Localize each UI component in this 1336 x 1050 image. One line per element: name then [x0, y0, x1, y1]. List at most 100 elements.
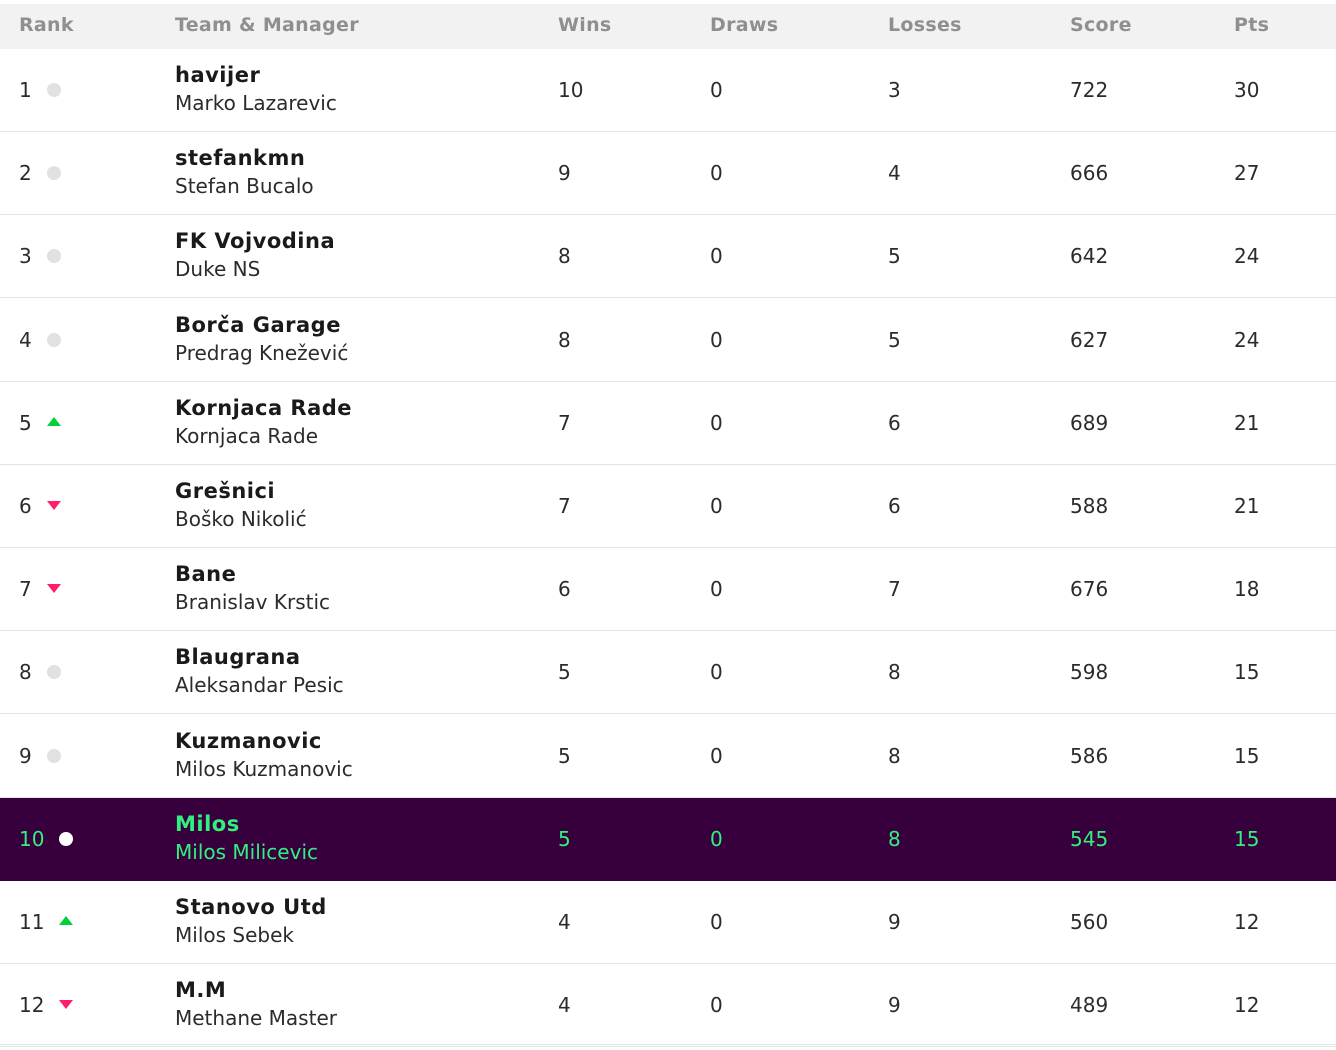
league-standings-table: Rank Team & Manager Wins Draws Losses Sc… — [0, 0, 1336, 1050]
score-cell: 627 — [1070, 328, 1109, 352]
table-row[interactable]: 11 Stanovo Utd Milos Sebek 4 0 9 560 12 — [0, 881, 1336, 964]
team-name-link[interactable]: Kornjaca Rade — [175, 394, 352, 422]
table-row[interactable]: 4 Borča Garage Predrag Knežević 8 0 5 627 24 — [0, 299, 1336, 382]
losses-cell: 8 — [888, 827, 901, 851]
rank-up-arrow-icon — [59, 916, 73, 925]
rank-down-arrow-icon — [59, 1000, 73, 1009]
column-header-score[interactable]: Score — [1070, 4, 1132, 49]
score-cell: 489 — [1070, 993, 1109, 1017]
team-manager-cell: M.M Methane Master — [175, 976, 337, 1036]
draws-cell: 0 — [710, 411, 723, 435]
rank-movement — [47, 465, 67, 547]
losses-cell: 8 — [888, 660, 901, 684]
rank-movement — [59, 964, 79, 1046]
score-cell: 676 — [1070, 577, 1109, 601]
draws-cell: 0 — [710, 660, 723, 684]
draws-cell: 0 — [710, 494, 723, 518]
score-cell: 545 — [1070, 827, 1109, 851]
wins-cell: 4 — [558, 910, 571, 934]
draws-cell: 0 — [710, 244, 723, 268]
score-cell: 689 — [1070, 411, 1109, 435]
column-header-team-manager[interactable]: Team & Manager — [175, 4, 359, 49]
rank-unchanged-dot-icon — [47, 249, 61, 263]
losses-cell: 5 — [888, 244, 901, 268]
score-cell: 586 — [1070, 744, 1109, 768]
pts-cell: 15 — [1234, 660, 1260, 684]
draws-cell: 0 — [710, 328, 723, 352]
column-header-pts[interactable]: Pts — [1234, 4, 1269, 49]
team-name-link[interactable]: stefankmn — [175, 144, 314, 172]
manager-name: Milos Milicevic — [175, 840, 318, 864]
manager-name: Aleksandar Pesic — [175, 673, 344, 697]
wins-cell: 8 — [558, 328, 571, 352]
column-header-draws[interactable]: Draws — [710, 4, 778, 49]
wins-cell: 5 — [558, 744, 571, 768]
team-manager-cell: Grešnici Boško Nikolić — [175, 477, 307, 537]
team-name-link[interactable]: Grešnici — [175, 477, 307, 505]
table-row[interactable]: 5 Kornjaca Rade Kornjaca Rade 7 0 6 689 21 — [0, 382, 1336, 465]
manager-name: Milos Kuzmanovic — [175, 757, 353, 781]
losses-cell: 7 — [888, 577, 901, 601]
table-row-my-team[interactable]: 10 Milos Milos Milicevic 5 0 8 545 15 — [0, 798, 1336, 881]
score-cell: 722 — [1070, 78, 1109, 102]
losses-cell: 9 — [888, 993, 901, 1017]
team-manager-cell: Stanovo Utd Milos Sebek — [175, 893, 327, 953]
team-manager-cell: Kornjaca Rade Kornjaca Rade — [175, 394, 352, 454]
manager-name: Predrag Knežević — [175, 341, 349, 365]
manager-name: Boško Nikolić — [175, 507, 307, 531]
team-name-link[interactable]: Borča Garage — [175, 311, 348, 339]
rank-movement — [47, 631, 67, 713]
pts-cell: 24 — [1234, 244, 1260, 268]
table-row[interactable]: 6 Grešnici Boško Nikolić 7 0 6 588 21 — [0, 465, 1336, 548]
team-manager-cell: Milos Milos Milicevic — [175, 810, 318, 870]
rank-unchanged-dot-icon — [47, 83, 61, 97]
team-manager-cell: FK Vojvodina Duke NS — [175, 227, 335, 287]
table-row[interactable]: 7 Bane Branislav Krstic 6 0 7 676 18 — [0, 548, 1336, 631]
team-name-link[interactable]: Bane — [175, 560, 330, 588]
rank-unchanged-dot-icon — [47, 749, 61, 763]
wins-cell: 4 — [558, 993, 571, 1017]
table-header: Rank Team & Manager Wins Draws Losses Sc… — [0, 4, 1336, 49]
draws-cell: 0 — [710, 993, 723, 1017]
losses-cell: 6 — [888, 411, 901, 435]
rank-movement — [47, 548, 67, 630]
team-manager-cell: Blaugrana Aleksandar Pesic — [175, 643, 344, 703]
rank-cell: 12 — [19, 993, 45, 1017]
pts-cell: 24 — [1234, 328, 1260, 352]
pts-cell: 27 — [1234, 161, 1260, 185]
losses-cell: 8 — [888, 744, 901, 768]
pts-cell: 12 — [1234, 993, 1260, 1017]
team-name-link[interactable]: M.M — [175, 976, 337, 1004]
manager-name: Marko Lazarevic — [175, 91, 337, 115]
team-name-link[interactable]: Kuzmanovic — [175, 727, 353, 755]
team-manager-cell: havijer Marko Lazarevic — [175, 61, 337, 121]
team-name-link[interactable]: Milos — [175, 810, 318, 838]
column-header-losses[interactable]: Losses — [888, 4, 962, 49]
draws-cell: 0 — [710, 78, 723, 102]
table-row[interactable]: 12 M.M Methane Master 4 0 9 489 12 — [0, 964, 1336, 1047]
rank-unchanged-dot-icon — [47, 333, 61, 347]
team-manager-cell: Kuzmanovic Milos Kuzmanovic — [175, 727, 353, 787]
pts-cell: 15 — [1234, 827, 1260, 851]
table-row[interactable]: 2 stefankmn Stefan Bucalo 9 0 4 666 27 — [0, 132, 1336, 215]
table-row[interactable]: 1 havijer Marko Lazarevic 10 0 3 722 30 — [0, 49, 1336, 132]
pts-cell: 12 — [1234, 910, 1260, 934]
team-name-link[interactable]: havijer — [175, 61, 337, 89]
column-header-wins[interactable]: Wins — [558, 4, 612, 49]
rank-down-arrow-icon — [47, 501, 61, 510]
rank-cell: 5 — [19, 411, 32, 435]
manager-name: Methane Master — [175, 1006, 337, 1030]
team-name-link[interactable]: Stanovo Utd — [175, 893, 327, 921]
pts-cell: 15 — [1234, 744, 1260, 768]
table-row[interactable]: 8 Blaugrana Aleksandar Pesic 5 0 8 598 15 — [0, 631, 1336, 714]
table-row[interactable]: 3 FK Vojvodina Duke NS 8 0 5 642 24 — [0, 215, 1336, 298]
losses-cell: 5 — [888, 328, 901, 352]
wins-cell: 5 — [558, 660, 571, 684]
team-name-link[interactable]: Blaugrana — [175, 643, 344, 671]
draws-cell: 0 — [710, 744, 723, 768]
wins-cell: 7 — [558, 411, 571, 435]
team-name-link[interactable]: FK Vojvodina — [175, 227, 335, 255]
column-header-rank[interactable]: Rank — [19, 4, 74, 49]
table-row[interactable]: 9 Kuzmanovic Milos Kuzmanovic 5 0 8 586 15 — [0, 715, 1336, 798]
pts-cell: 30 — [1234, 78, 1260, 102]
